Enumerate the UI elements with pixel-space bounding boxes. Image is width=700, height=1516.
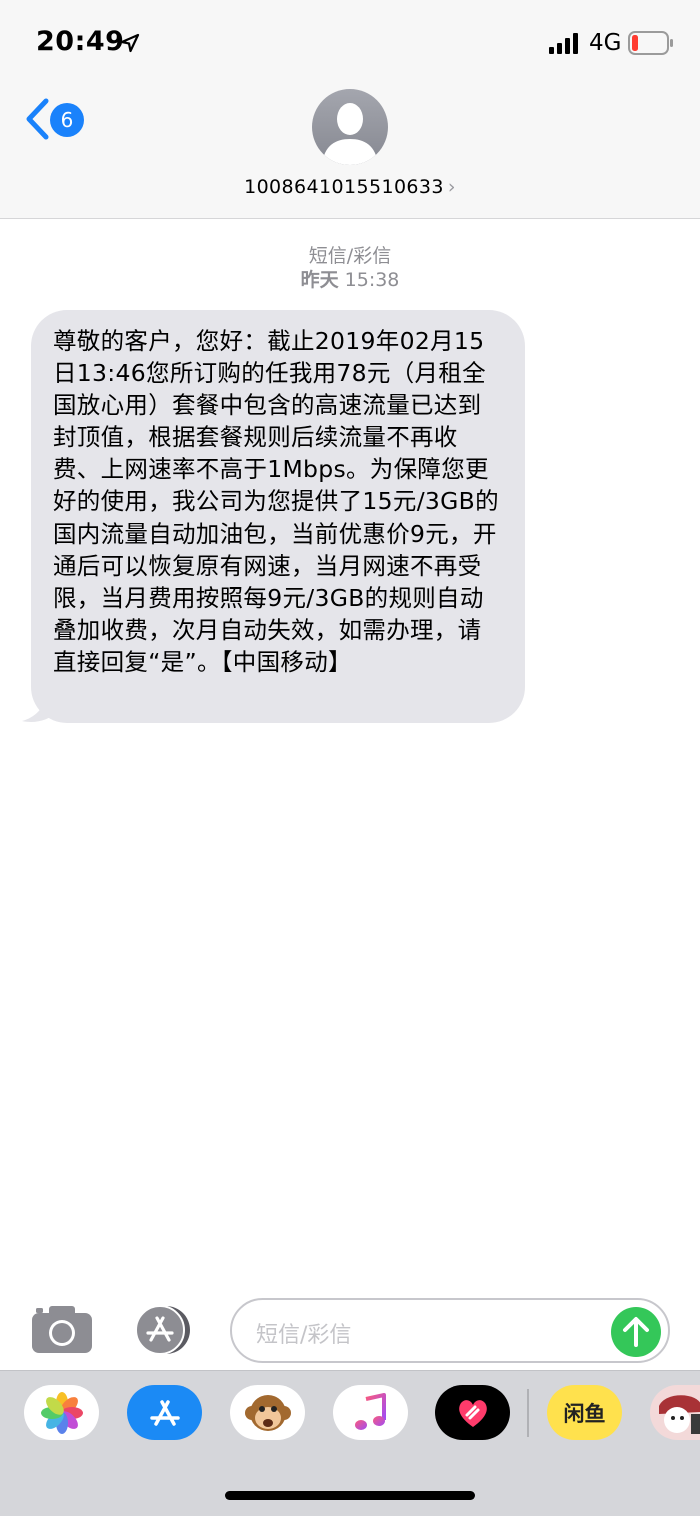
input-placeholder: 短信/彩信 xyxy=(256,1323,352,1348)
music-app-button[interactable] xyxy=(333,1385,408,1440)
chevron-left-icon xyxy=(26,98,49,140)
location-arrow-icon xyxy=(120,33,140,53)
xianyu-icon: 闲鱼 xyxy=(563,1401,606,1426)
conversation-header: 20:49 4G 6 1008641015510633 › xyxy=(0,0,700,219)
animoji-icon xyxy=(244,1394,291,1431)
message-input[interactable]: 短信/彩信 xyxy=(230,1298,670,1363)
drawer-divider xyxy=(527,1389,529,1437)
app-store-app-button[interactable] xyxy=(127,1385,202,1440)
contact-avatar[interactable] xyxy=(312,89,388,165)
message-text: 尊敬的客户，您好：截止2019年02月15日13:46您所订购的任我用78元（月… xyxy=(53,327,499,676)
messages-screen: 20:49 4G 6 1008641015510633 › 短信/彩信 昨天 1… xyxy=(0,0,700,1516)
imessage-app-drawer: 闲鱼 xyxy=(0,1370,700,1516)
photos-icon xyxy=(40,1391,83,1434)
digital-touch-app-button[interactable] xyxy=(435,1385,510,1440)
back-button[interactable]: 6 xyxy=(18,96,90,144)
battery-icon xyxy=(628,31,673,55)
animoji-app-button[interactable] xyxy=(230,1385,305,1440)
timestamp-time: 15:38 xyxy=(344,269,400,291)
contact-number: 1008641015510633 xyxy=(244,176,444,198)
network-type: 4G xyxy=(589,30,622,56)
chevron-right-icon: › xyxy=(447,176,456,198)
sticker-icon xyxy=(659,1394,700,1434)
status-time: 20:49 xyxy=(36,26,125,57)
timestamp-day: 昨天 xyxy=(300,269,339,291)
app-store-icon xyxy=(149,1399,180,1426)
incoming-message-bubble[interactable]: 尊敬的客户，您好：截止2019年02月15日13:46您所订购的任我用78元（月… xyxy=(31,310,525,723)
service-label: 短信/彩信 xyxy=(308,245,392,267)
home-indicator xyxy=(225,1491,475,1500)
message-meta: 短信/彩信 昨天 15:38 xyxy=(0,244,700,292)
photos-app-button[interactable] xyxy=(24,1385,99,1440)
send-button[interactable] xyxy=(611,1307,661,1357)
contact-details-button[interactable]: 1008641015510633 › xyxy=(0,176,700,198)
sticker-app-button[interactable] xyxy=(650,1385,700,1440)
xianyu-app-button[interactable]: 闲鱼 xyxy=(547,1385,622,1440)
unread-count-badge: 6 xyxy=(50,103,84,137)
cellular-signal-icon xyxy=(549,33,578,54)
app-store-button[interactable] xyxy=(130,1305,198,1355)
camera-button[interactable] xyxy=(31,1304,93,1354)
digital-touch-icon xyxy=(458,1399,487,1427)
music-icon xyxy=(354,1392,386,1430)
